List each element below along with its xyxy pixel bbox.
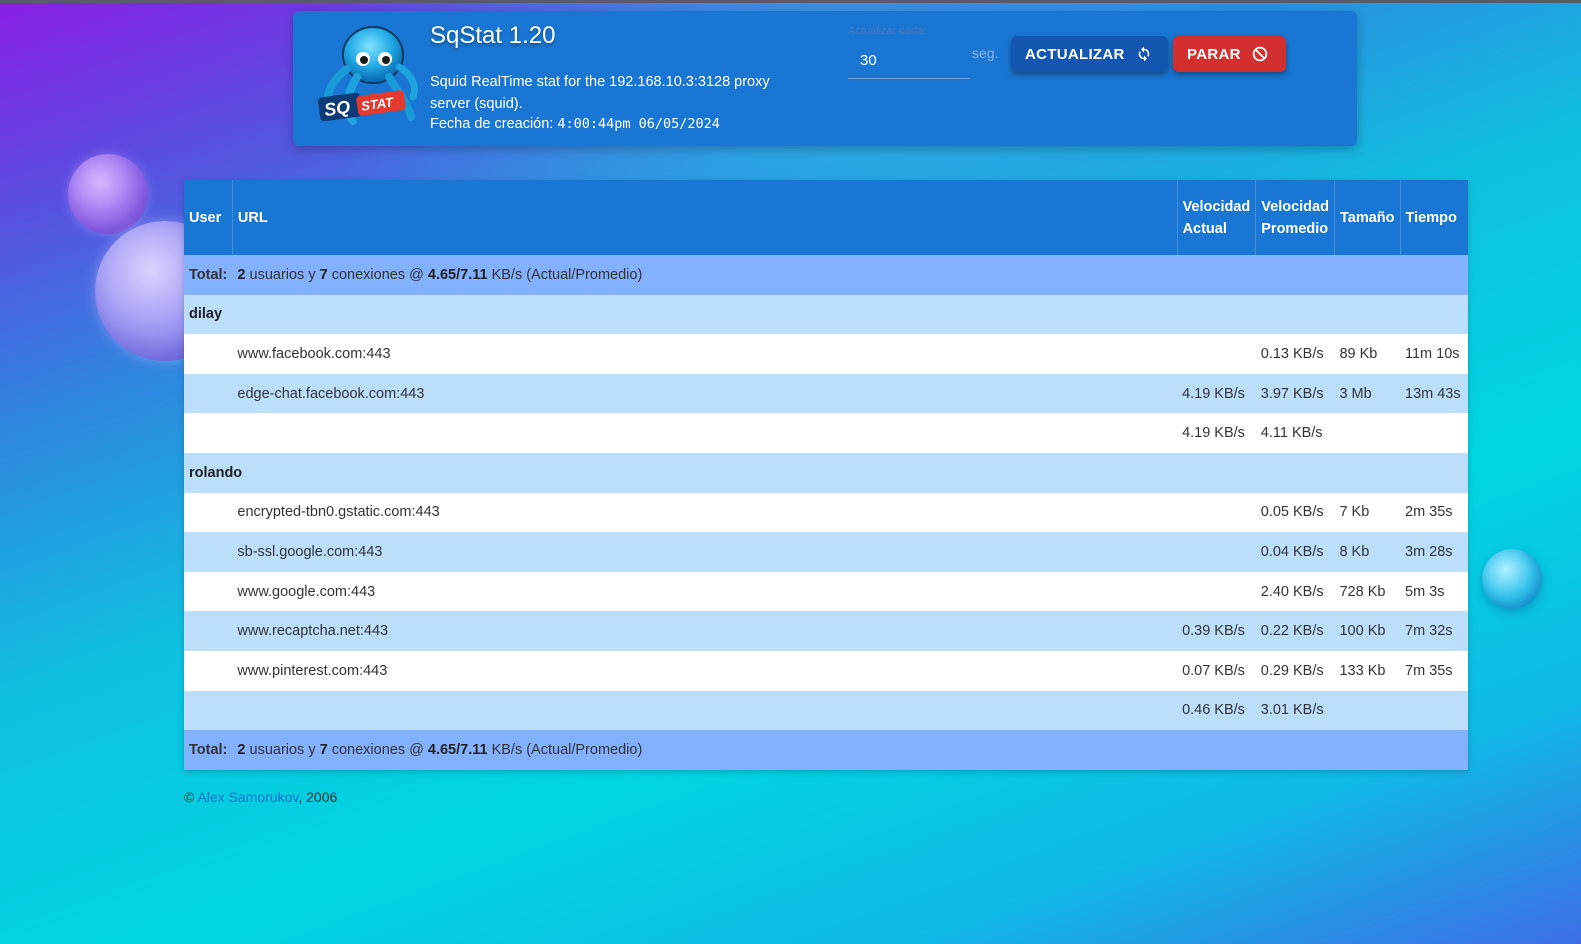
- footer: © Alex Samorukov, 2006: [184, 789, 337, 805]
- col-header-user: User: [184, 180, 233, 255]
- time-cell: 7m 35s: [1400, 650, 1468, 691]
- url-cell: www.pinterest.com:443: [232, 650, 1178, 691]
- average-speed-cell: 0.13 KB/s: [1255, 334, 1335, 374]
- size-cell: 728 Kb: [1334, 571, 1400, 612]
- user-group-row: dilay: [184, 294, 1468, 335]
- total-label: Total:: [184, 730, 233, 770]
- average-speed-cell: 3.97 KB/s: [1255, 373, 1335, 414]
- table-row: www.google.com:443 2.40 KB/s 728 Kb 5m 3…: [184, 571, 1468, 612]
- current-speed-cell: [1177, 334, 1256, 374]
- block-icon: [1252, 46, 1268, 62]
- octopus-logo: SQ STAT: [313, 21, 421, 131]
- table-row: www.facebook.com:443 0.13 KB/s 89 Kb 11m…: [184, 334, 1468, 374]
- url-cell: encrypted-tbn0.gstatic.com:443: [232, 492, 1178, 533]
- refresh-interval-label: Actualizar cada:: [848, 25, 927, 37]
- size-cell: 133 Kb: [1334, 650, 1400, 691]
- copyright-symbol: ©: [184, 789, 195, 805]
- time-cell: 5m 3s: [1400, 571, 1468, 612]
- size-cell: 7 Kb: [1334, 492, 1400, 533]
- size-cell: 100 Kb: [1334, 611, 1400, 651]
- average-speed-cell: 0.22 KB/s: [1255, 611, 1335, 651]
- svg-text:SQ: SQ: [323, 97, 352, 120]
- current-speed-cell: [1177, 571, 1256, 612]
- url-cell: www.recaptcha.net:443: [232, 611, 1178, 651]
- app-description: Squid RealTime stat for the 192.168.10.3…: [430, 74, 770, 112]
- col-header-current-speed: Velocidad Actual: [1177, 180, 1257, 255]
- total-label: Total:: [184, 255, 233, 295]
- time-cell: 13m 43s: [1400, 373, 1468, 414]
- total-row-bottom: Total: 2 usuarios y 7 conexiones @ 4.65/…: [184, 730, 1468, 770]
- time-cell: 3m 28s: [1400, 532, 1468, 572]
- user-subtotal-row: 0.46 KB/s 3.01 KB/s: [184, 690, 1468, 731]
- col-header-time: Tiempo: [1400, 180, 1468, 255]
- subtotal-current-speed: 0.46 KB/s: [1177, 690, 1256, 731]
- size-cell: 8 Kb: [1334, 532, 1400, 572]
- col-header-url: URL: [232, 180, 1178, 255]
- url-cell: sb-ssl.google.com:443: [232, 532, 1178, 572]
- table-row: edge-chat.facebook.com:443 4.19 KB/s 3.9…: [184, 373, 1468, 414]
- time-cell: 11m 10s: [1400, 334, 1468, 374]
- refresh-interval-unit: seg.: [972, 45, 999, 61]
- current-speed-cell: [1177, 532, 1256, 572]
- average-speed-cell: 0.05 KB/s: [1255, 492, 1335, 533]
- app-header: SQ STAT SqStat 1.20 Squid RealTime stat …: [293, 11, 1357, 146]
- update-button[interactable]: ACTUALIZAR: [1011, 36, 1168, 72]
- table-row: sb-ssl.google.com:443 0.04 KB/s 8 Kb 3m …: [184, 532, 1468, 572]
- url-cell: edge-chat.facebook.com:443: [232, 373, 1178, 414]
- user-name: dilay: [184, 294, 1468, 335]
- refresh-interval-input[interactable]: [848, 43, 970, 79]
- user-name: rolando: [184, 452, 1468, 493]
- stop-button-label: PARAR: [1187, 45, 1241, 63]
- subtotal-average-speed: 4.11 KB/s: [1255, 413, 1335, 453]
- refresh-icon: [1138, 46, 1149, 62]
- current-speed-cell: 0.07 KB/s: [1177, 650, 1256, 691]
- table-row: www.recaptcha.net:443 0.39 KB/s 0.22 KB/…: [184, 611, 1468, 651]
- creation-date-value: 4:00:44pm 06/05/2024: [557, 116, 720, 132]
- size-cell: 89 Kb: [1334, 334, 1400, 374]
- user-subtotal-row: 4.19 KB/s 4.11 KB/s: [184, 413, 1468, 453]
- stop-button[interactable]: PARAR: [1173, 36, 1286, 72]
- current-speed-cell: 0.39 KB/s: [1177, 611, 1256, 651]
- decorative-bubble: [1482, 549, 1542, 609]
- time-cell: 7m 32s: [1400, 611, 1468, 651]
- average-speed-cell: 2.40 KB/s: [1255, 571, 1335, 612]
- creation-date: Fecha de creación: 4:00:44pm 06/05/2024: [430, 116, 720, 132]
- decorative-bubble: [68, 154, 148, 234]
- table-row: encrypted-tbn0.gstatic.com:443 0.05 KB/s…: [184, 492, 1468, 533]
- table-header-row: User URL Velocidad Actual Velocidad Promed…: [184, 180, 1468, 255]
- time-cell: 2m 35s: [1400, 492, 1468, 533]
- url-cell: www.facebook.com:443: [232, 334, 1178, 374]
- col-header-size: Tamaño: [1334, 180, 1401, 255]
- update-button-label: ACTUALIZAR: [1025, 45, 1125, 63]
- author-link[interactable]: Alex Samorukov: [197, 789, 298, 805]
- total-summary: 2 usuarios y 7 conexiones @ 4.65/7.11 KB…: [232, 730, 1468, 770]
- user-group-row: rolando: [184, 452, 1468, 493]
- url-cell: www.google.com:443: [232, 571, 1178, 612]
- col-header-average-speed: Velocidad Promedio: [1255, 180, 1335, 255]
- subtotal-average-speed: 3.01 KB/s: [1255, 690, 1335, 731]
- average-speed-cell: 0.04 KB/s: [1255, 532, 1335, 572]
- footer-year: , 2006: [298, 789, 338, 805]
- total-row-top: Total: 2 usuarios y 7 conexiones @ 4.65/…: [184, 255, 1468, 295]
- table-row: www.pinterest.com:443 0.07 KB/s 0.29 KB/…: [184, 650, 1468, 691]
- creation-date-label: Fecha de creación:: [430, 116, 554, 132]
- average-speed-cell: 0.29 KB/s: [1255, 650, 1335, 691]
- app-title: SqStat 1.20: [430, 22, 556, 49]
- size-cell: 3 Mb: [1334, 373, 1400, 414]
- subtotal-current-speed: 4.19 KB/s: [1177, 413, 1256, 453]
- current-speed-cell: 4.19 KB/s: [1177, 373, 1256, 414]
- connections-table: User URL Velocidad Actual Velocidad Promed…: [184, 180, 1468, 770]
- total-summary: 2 usuarios y 7 conexiones @ 4.65/7.11 KB…: [232, 255, 1468, 295]
- window-top-border: [0, 0, 1581, 3]
- current-speed-cell: [1177, 492, 1256, 533]
